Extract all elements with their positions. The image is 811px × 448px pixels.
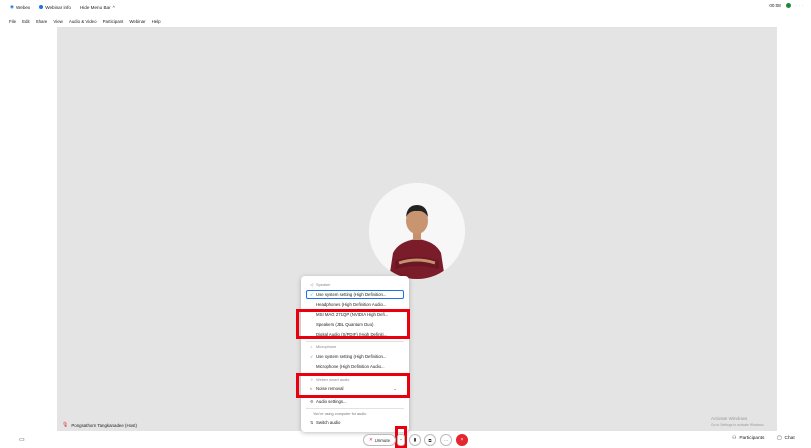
audio-options-menu: ◁ Speaker ✓ Use system setting (High Def… (301, 276, 409, 432)
speaker-section-header: ◁ Speaker (310, 282, 331, 287)
title-bar: ◉ Webex Webinar info Hide Menu Bar ^ 00:… (0, 0, 811, 14)
share-button[interactable]: ⧉ (424, 434, 436, 446)
close-icon: × (460, 437, 464, 443)
microphone-icon: ♪ (310, 344, 312, 349)
hide-menu-bar-button[interactable]: Hide Menu Bar ^ (80, 5, 115, 10)
gear-icon: ⚙ (310, 399, 314, 404)
speaker-option-system[interactable]: ✓ Use system setting (High Definition... (301, 290, 409, 299)
highlight-speaker-options (296, 309, 410, 339)
more-options-button[interactable]: ··· (440, 434, 452, 446)
microphone-section-header: ♪ Microphone (310, 344, 337, 349)
leave-button[interactable]: × (456, 434, 468, 446)
muted-mic-icon: 🎙 (62, 422, 69, 428)
webinar-info-button[interactable]: Webinar info (39, 5, 71, 10)
info-icon (39, 5, 44, 9)
chat-icon: ▢ (777, 436, 782, 441)
chevron-up-icon: ⌃ (399, 437, 403, 443)
unmute-button[interactable]: ✕ Unmute (363, 434, 396, 446)
checkmark-icon: ✓ (310, 354, 314, 359)
share-screen-icon: ⧉ (428, 437, 432, 443)
window-options-icon[interactable]: · · · (796, 3, 803, 8)
chevron-up-icon: ^ (112, 4, 115, 10)
audio-settings-item[interactable]: ⚙ Audio settings... (301, 397, 409, 406)
clock: 00:08 (769, 3, 781, 8)
app-name[interactable]: ◉ Webex (10, 4, 30, 10)
person-avatar-icon (369, 183, 465, 279)
participants-icon: ⚇ (732, 436, 737, 441)
menu-participant[interactable]: Participant (103, 19, 124, 24)
speaker-icon: ◁ (310, 282, 314, 287)
computer-audio-note: You're using computer for audio (313, 411, 367, 416)
highlight-noise-removal (296, 373, 410, 398)
menu-audio-video[interactable]: Audio & Video (69, 19, 97, 24)
activate-windows-watermark: Activate Windows Go to Settings to activ… (711, 416, 765, 427)
more-icon: ··· (444, 437, 448, 443)
switch-audio-icon: ⇅ (310, 420, 314, 425)
menu-bar: File Edit Share View Audio & Video Parti… (9, 17, 167, 26)
menu-help[interactable]: Help (152, 19, 161, 24)
chat-button[interactable]: ▢ Chat (777, 436, 795, 441)
mic-option-hd-audio[interactable]: Microphone (High Definition Audio... (301, 362, 409, 371)
layout-icon[interactable]: ▭ (19, 436, 25, 443)
participants-button[interactable]: ⚇ Participants (732, 436, 764, 441)
video-button[interactable]: ▮ (409, 434, 421, 446)
muted-mic-icon: ✕ (368, 437, 373, 442)
menu-edit[interactable]: Edit (22, 19, 30, 24)
switch-audio-item[interactable]: ⇅ Switch audio (301, 418, 409, 427)
participant-name-label: 🎙 Pongsathorn Tangkanadee (Host) (62, 422, 137, 428)
menu-webinar[interactable]: Webinar (129, 19, 145, 24)
menu-share[interactable]: Share (36, 19, 48, 24)
participant-avatar (369, 183, 465, 279)
menu-file[interactable]: File (9, 19, 16, 24)
audio-options-chevron[interactable]: ⌃ (397, 434, 405, 446)
speaker-option-headphones[interactable]: Headphones (High Definition Audio... (301, 300, 409, 309)
menu-view[interactable]: View (53, 19, 62, 24)
camera-icon: ▮ (413, 437, 417, 442)
mic-option-system[interactable]: ✓ Use system setting (High Definition... (301, 352, 409, 361)
connection-status-icon (785, 3, 791, 8)
webex-logo-icon: ◉ (10, 4, 15, 9)
checkmark-icon: ✓ (310, 292, 314, 297)
